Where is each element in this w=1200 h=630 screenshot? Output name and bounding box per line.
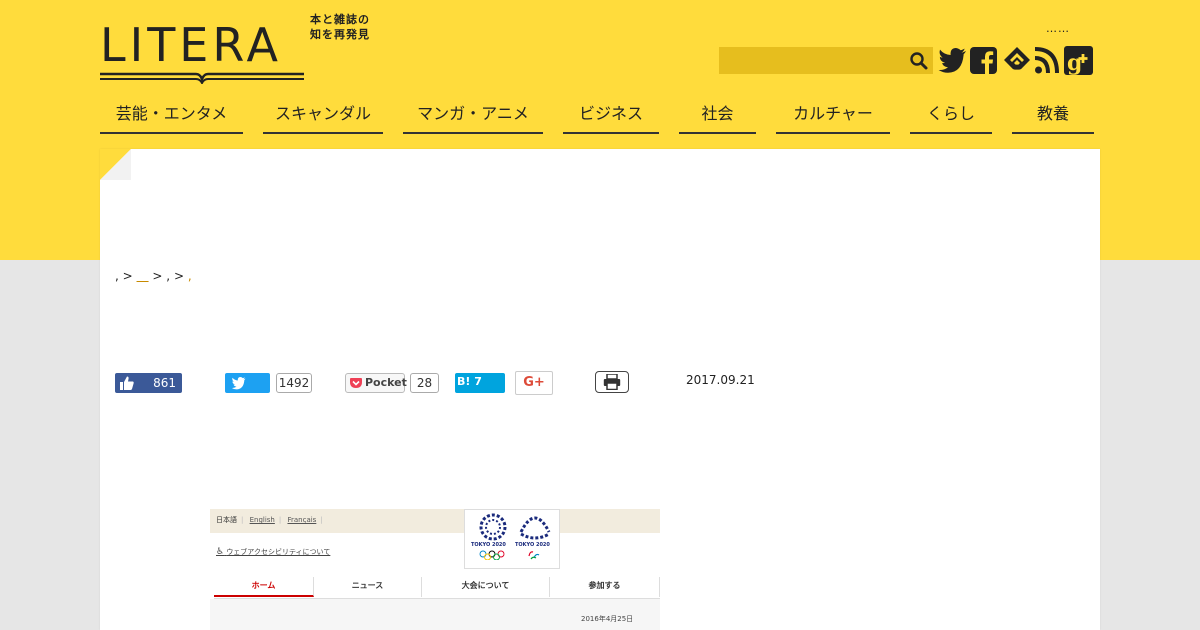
image-lang-ja: 日本語 bbox=[216, 516, 237, 524]
nav-item-liberal-arts[interactable]: 教養 bbox=[1012, 100, 1094, 134]
facebook-icon[interactable] bbox=[970, 44, 998, 76]
image-language-links: 日本語 | English | Français | bbox=[216, 516, 323, 524]
litera-logo[interactable]: LITERA 本と雑誌の 知を再発見 bbox=[100, 12, 380, 86]
svg-text:g: g bbox=[1067, 50, 1082, 76]
logo-tagline-line2: 知を再発見 bbox=[310, 28, 370, 41]
article-image: 日本語 | English | Français | TOKYO 2020 TOKYO… bbox=[210, 509, 660, 630]
rss-icon[interactable] bbox=[1034, 44, 1062, 76]
image-tab-participate: 参加する bbox=[550, 577, 660, 597]
image-tab-news: ニュース bbox=[314, 577, 422, 597]
article-date: 2017.09.21 bbox=[686, 373, 755, 387]
tokyo-2020-label-paralympic: TOKYO 2020 bbox=[515, 542, 550, 548]
paralympic-agitos-icon bbox=[528, 551, 540, 560]
olympic-rings-icon bbox=[479, 550, 505, 560]
article-panel: , > ＿ > , > , 861 1492 Pocket 28 B! 7 G+ bbox=[100, 149, 1100, 630]
tweet-count: 1492 bbox=[276, 373, 312, 393]
feedly-icon[interactable] bbox=[1002, 44, 1032, 76]
pocket-icon bbox=[350, 378, 362, 388]
nav-item-business[interactable]: ビジネス bbox=[563, 100, 659, 134]
book-icon bbox=[100, 72, 304, 84]
wheelchair-icon: ♿ bbox=[216, 547, 225, 557]
printer-icon bbox=[603, 374, 621, 390]
breadcrumb-item-current: , bbox=[187, 269, 192, 283]
breadcrumb-separator: > bbox=[122, 269, 133, 283]
logo-wordmark: LITERA bbox=[100, 18, 282, 72]
nav-item-manga-anime[interactable]: マンガ・アニメ bbox=[403, 100, 543, 134]
twitter-icon[interactable] bbox=[938, 44, 968, 76]
pocket-count: 28 bbox=[410, 373, 439, 393]
thumbs-up-icon bbox=[120, 376, 134, 390]
image-nav-tabs: ホーム ニュース 大会について 参加する bbox=[214, 577, 660, 599]
main-nav: 芸能・エンタメ スキャンダル マンガ・アニメ ビジネス 社会 カルチャー くらし… bbox=[100, 100, 1094, 136]
nav-item-life[interactable]: くらし bbox=[910, 100, 992, 134]
tokyo-2020-olympic-emblem bbox=[479, 513, 507, 541]
breadcrumb-separator: > bbox=[152, 269, 163, 283]
image-tab-home: ホーム bbox=[214, 577, 314, 597]
image-accessibility-link: ♿ ウェブアクセシビリティについて bbox=[216, 547, 330, 557]
header-dots: …… bbox=[1046, 22, 1070, 35]
breadcrumb-link[interactable]: ＿ bbox=[137, 269, 149, 283]
search-icon bbox=[910, 52, 928, 70]
image-date: 2016年4月25日 bbox=[581, 615, 634, 623]
print-button[interactable] bbox=[595, 371, 629, 393]
image-accessibility-text: ウェブアクセシビリティについて bbox=[226, 548, 331, 556]
logo-tagline-line1: 本と雑誌の bbox=[310, 13, 370, 26]
breadcrumb: , > ＿ > , > , bbox=[115, 267, 192, 284]
nav-item-society[interactable]: 社会 bbox=[679, 100, 756, 134]
hatena-bookmark-button[interactable]: B! 7 bbox=[455, 373, 505, 393]
image-tab-about: 大会について bbox=[422, 577, 550, 597]
pocket-label: Pocket bbox=[365, 376, 407, 389]
logo-tagline: 本と雑誌の 知を再発見 bbox=[310, 12, 370, 42]
pocket-button[interactable]: Pocket bbox=[345, 373, 407, 393]
facebook-like-button[interactable]: 861 bbox=[115, 373, 182, 393]
tokyo-2020-logos: TOKYO 2020 TOKYO 2020 bbox=[464, 509, 560, 569]
google-plus-share-button[interactable]: G+ bbox=[515, 371, 553, 395]
image-lang-fr: Français bbox=[287, 516, 317, 524]
google-plus-icon[interactable]: g bbox=[1064, 44, 1094, 76]
breadcrumb-separator: > bbox=[173, 269, 184, 283]
tweet-button[interactable] bbox=[225, 373, 270, 393]
tokyo-2020-paralympic-emblem bbox=[519, 516, 551, 540]
breadcrumb-item-home[interactable]: , bbox=[115, 269, 119, 283]
search-button[interactable] bbox=[909, 51, 929, 71]
nav-item-entertainment[interactable]: 芸能・エンタメ bbox=[100, 100, 243, 134]
nav-item-scandal[interactable]: スキャンダル bbox=[263, 100, 383, 134]
breadcrumb-item[interactable]: , bbox=[166, 269, 170, 283]
image-lang-en: English bbox=[249, 516, 275, 524]
facebook-like-count: 861 bbox=[153, 376, 176, 390]
nav-item-culture[interactable]: カルチャー bbox=[776, 100, 890, 134]
search-input[interactable] bbox=[719, 47, 909, 74]
page-fold-corner bbox=[100, 149, 131, 180]
tokyo-2020-label-olympic: TOKYO 2020 bbox=[471, 542, 506, 548]
twitter-bird-icon bbox=[231, 377, 246, 390]
search-box bbox=[719, 47, 933, 74]
